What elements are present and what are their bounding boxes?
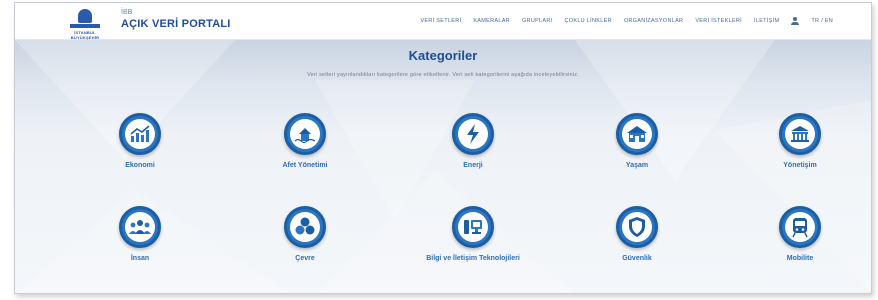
category-label: Güvenlik <box>622 255 652 262</box>
category-bilgi-iletisim[interactable]: Bilgi ve İletişim Teknolojileri <box>413 206 533 263</box>
category-insan[interactable]: İnsan <box>80 206 200 263</box>
ibb-logo[interactable]: İSTANBUL BÜYÜKŞEHİR <box>65 7 105 40</box>
brand-small: İBB <box>121 9 133 16</box>
category-yonetisim[interactable]: Yönetişim <box>740 113 860 170</box>
shield-icon <box>629 217 645 237</box>
category-label: Enerji <box>463 162 483 169</box>
nav-item-kameralar[interactable]: KAMERALAR <box>473 18 510 24</box>
lightning-icon <box>467 124 479 144</box>
logo-text: İSTANBUL BÜYÜKŞEHİR <box>70 30 100 40</box>
category-label: İnsan <box>130 255 150 262</box>
category-label: Ekonomi <box>125 162 155 169</box>
people-icon <box>129 220 151 234</box>
nav-item-iletisim[interactable]: İLETİŞİM <box>754 18 779 24</box>
category-afet-yonetimi[interactable]: Afet Yönetimi <box>245 113 365 170</box>
chart-icon <box>130 125 150 142</box>
category-enerji[interactable]: Enerji <box>413 113 533 170</box>
train-icon <box>792 218 808 238</box>
nav-item-veri-istekleri[interactable]: VERİ İSTEKLERİ <box>695 18 742 24</box>
category-label: Yaşam <box>625 162 649 169</box>
category-label: Mobilite <box>786 255 814 262</box>
user-icon[interactable] <box>791 17 800 25</box>
category-label: Yönetişim <box>783 162 817 169</box>
building-icon <box>791 126 809 142</box>
page-subtitle: Veri setleri yayınlandıkları kategoriler… <box>307 72 579 78</box>
page-title: Kategoriler <box>408 48 478 63</box>
category-guvenlik[interactable]: Güvenlik <box>577 206 697 263</box>
category-yasam[interactable]: Yaşam <box>577 113 697 170</box>
browser-frame: İSTANBUL BÜYÜKŞEHİR İBB AÇIK VERİ PORTAL… <box>14 2 872 294</box>
category-cevre[interactable]: Çevre <box>245 206 365 263</box>
logo-dome-icon <box>78 9 92 23</box>
category-mobilite[interactable]: Mobilite <box>740 206 860 263</box>
category-label: Bilgi ve İletişim Teknolojileri <box>426 255 520 262</box>
computer-icon <box>464 220 482 234</box>
category-ekonomi[interactable]: Ekonomi <box>80 113 200 170</box>
brand-title: AÇIK VERİ PORTALI <box>121 18 231 30</box>
category-label: Afet Yönetimi <box>282 162 328 169</box>
nav-item-veri-setleri[interactable]: VERİ SETLERİ <box>420 18 461 24</box>
top-nav: VERİ SETLERİ KAMERALAR GRUPLARI ÇOKLU Lİ… <box>420 17 833 25</box>
category-label: Çevre <box>295 255 315 262</box>
site-header: İSTANBUL BÜYÜKŞEHİR İBB AÇIK VERİ PORTAL… <box>15 3 871 40</box>
nav-item-gruplari[interactable]: GRUPLARI <box>522 18 553 24</box>
house-icon <box>627 126 647 142</box>
recycle-icon <box>295 217 315 235</box>
brand[interactable]: İBB AÇIK VERİ PORTALI <box>121 8 231 31</box>
categories-section: Kategoriler Veri setleri yayınlandıkları… <box>15 40 871 293</box>
disaster-icon <box>294 128 316 144</box>
language-switch[interactable]: TR / EN <box>811 18 833 24</box>
nav-item-coklu-linkler[interactable]: ÇOKLU LİNKLER <box>565 18 612 24</box>
nav-item-organizasyonlar[interactable]: ORGANİZASYONLAR <box>624 18 684 24</box>
